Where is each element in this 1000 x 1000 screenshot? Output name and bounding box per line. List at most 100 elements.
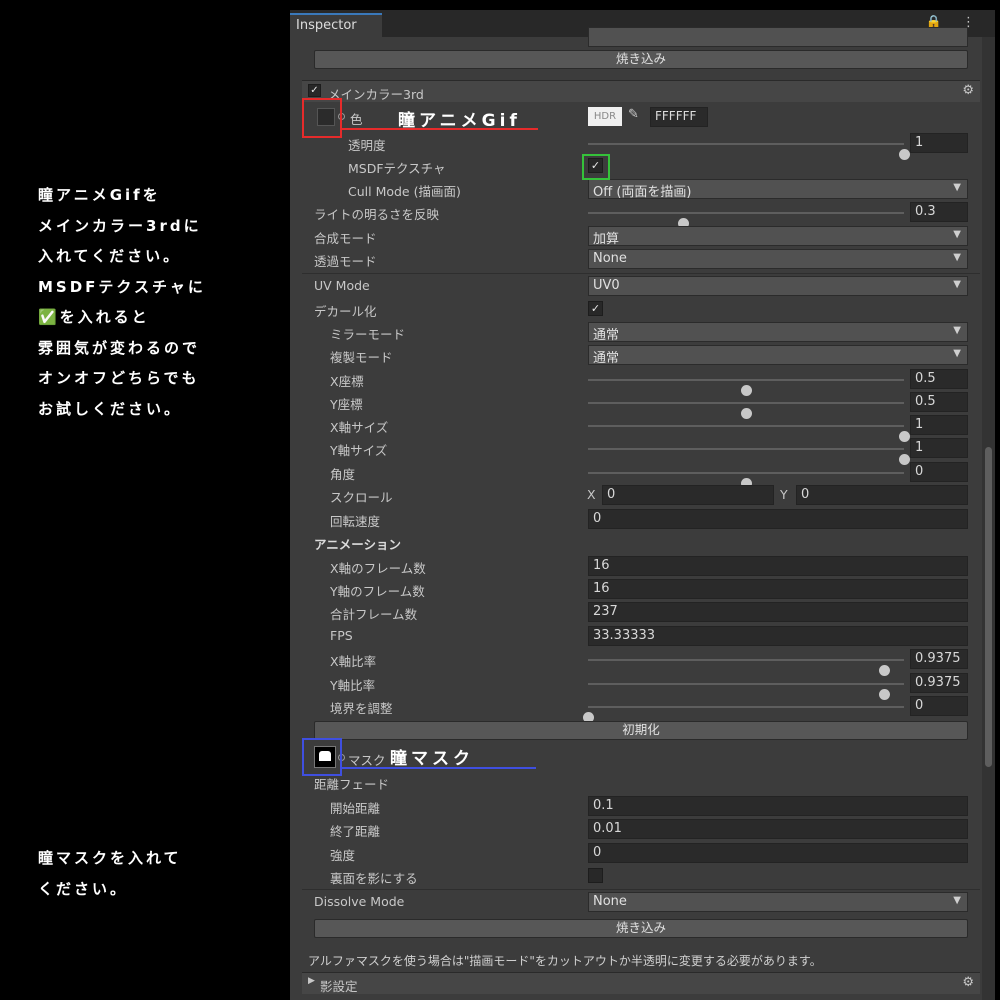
highlight-box-msdf [582,154,610,180]
hex-color-field[interactable]: FFFFFF [650,107,708,127]
border-slider[interactable] [583,706,904,723]
reset-button[interactable]: 初期化 [314,721,968,740]
cull-row: Cull Mode (描画面) Off (両面を描画) ▼ [290,178,980,201]
uvmode-row: UV Mode UV0 ▼ [290,275,980,298]
expand-arrow-icon[interactable]: ▶ [308,976,315,986]
fade-strength-label: 強度 [330,848,356,863]
yratio-slider[interactable] [588,683,904,700]
callout-eye-anim-gif: 瞳アニメGif [398,111,521,131]
decal-row: デカール化 ✓ [290,298,980,321]
transparency-row: 透過モード None ▼ [290,248,980,271]
light-field[interactable]: 0.3 [910,202,968,222]
backface-label: 裏面を影にする [330,871,418,886]
chevron-down-icon: ▼ [953,325,961,336]
scrollbar-thumb[interactable] [985,447,992,767]
border-row: 境界を調整 0 [290,695,980,723]
uvmode-value: UV0 [593,278,620,293]
ypos-field[interactable]: 0.5 [910,392,968,412]
fade-strength-row: 強度 0 [290,842,980,865]
xratio-label: X軸比率 [330,654,377,669]
fade-start-field[interactable]: 0.1 [588,796,968,816]
rotspeed-field[interactable]: 0 [588,509,968,529]
angle-label: 角度 [330,467,356,482]
xsize-field[interactable]: 1 [910,415,968,435]
ysize-field[interactable]: 1 [910,438,968,458]
blend-value: 加算 [593,232,620,247]
dissolve-value: None [593,894,627,909]
angle-row: 角度 0 [290,461,980,489]
scroll-y-field[interactable]: 0 [796,485,968,505]
blend-dropdown[interactable]: 加算 ▼ [588,226,968,247]
scrollbar[interactable] [982,37,995,1000]
xframes-field[interactable]: 16 [588,556,968,576]
uvmode-dropdown[interactable]: UV0 ▼ [588,276,968,296]
dissolve-dropdown[interactable]: None ▼ [588,892,968,912]
mirror-value: 通常 [593,328,620,343]
border-field[interactable]: 0 [910,696,968,716]
scroll-x-field[interactable]: 0 [602,485,774,505]
xratio-field[interactable]: 0.9375 [910,649,968,669]
section-main-color-3rd[interactable]: ✓ メインカラー3rd ⚙ [302,80,980,102]
bake-row-bottom: 焼き込み [290,917,980,940]
eyedropper-icon[interactable]: ✎ [628,107,639,122]
xsize-label: X軸サイズ [330,420,389,435]
section-enable-checkbox[interactable]: ✓ [308,84,321,97]
bake-button-bottom[interactable]: 焼き込み [314,919,968,938]
ypos-slider[interactable] [588,402,904,419]
yratio-field[interactable]: 0.9375 [910,673,968,693]
transparency-dropdown[interactable]: None ▼ [588,249,968,269]
fade-end-field[interactable]: 0.01 [588,819,968,839]
copy-dropdown[interactable]: 通常 ▼ [588,345,968,366]
fps-label: FPS [330,628,353,643]
copy-row: 複製モード 通常 ▼ [290,344,980,367]
cull-dropdown[interactable]: Off (両面を描画) ▼ [588,179,968,200]
section-shadow[interactable]: ▶ 影設定 ⚙ [302,972,980,994]
callout-eye-mask: 瞳マスク [390,749,474,769]
light-row: ライトの明るさを反映 0.3 [290,201,980,229]
fps-row: FPS 33.33333 [290,625,980,648]
fps-field[interactable]: 33.33333 [588,626,968,646]
scroll-y-label: Y [780,487,788,502]
fade-strength-field[interactable]: 0 [588,843,968,863]
opacity-slider[interactable] [588,143,910,160]
xratio-slider[interactable] [588,659,904,676]
bake-button-top[interactable]: 焼き込み [314,50,968,69]
hidden-dropdown[interactable] [588,27,968,47]
inspector-panel: Inspector 🔒 ⋮ 焼き込み ✓ メインカラー3rd ⚙ 色 HDR ✎… [290,10,995,1000]
bake-row-top: 焼き込み [290,48,980,71]
ypos-label: Y座標 [330,397,363,412]
scroll-row: スクロール X 0 Y 0 [290,484,980,507]
copy-label: 複製モード [330,350,393,365]
gear-icon[interactable]: ⚙ [962,975,974,990]
yratio-label: Y軸比率 [330,678,376,693]
animation-header-row: アニメーション [290,531,980,554]
xsize-row: X軸サイズ 1 [290,414,980,442]
opacity-field[interactable]: 1 [910,133,968,153]
totalframes-field[interactable]: 237 [588,602,968,622]
chevron-down-icon: ▼ [953,279,961,290]
light-slider[interactable] [588,212,904,229]
chevron-down-icon: ▼ [953,182,961,193]
backface-row: 裏面を影にする [290,865,980,888]
rotspeed-row: 回転速度 0 [290,508,980,531]
fade-start-row: 開始距離 0.1 [290,795,980,818]
hdr-badge[interactable]: HDR [588,107,622,126]
yframes-label: Y軸のフレーム数 [330,584,425,599]
fade-end-label: 終了距離 [330,824,381,839]
xframes-label: X軸のフレーム数 [330,561,426,576]
xpos-field[interactable]: 0.5 [910,369,968,389]
ysize-slider[interactable] [588,448,910,465]
chevron-down-icon: ▼ [953,252,961,263]
transparency-label: 透過モード [314,254,377,269]
yframes-field[interactable]: 16 [588,579,968,599]
xpos-slider[interactable] [588,379,904,396]
angle-field[interactable]: 0 [910,462,968,482]
mirror-dropdown[interactable]: 通常 ▼ [588,322,968,343]
section-title: メインカラー3rd [328,87,424,102]
backface-checkbox[interactable] [588,868,603,883]
highlight-box-color-slot [302,98,342,138]
angle-slider[interactable] [588,472,904,489]
xsize-slider[interactable] [588,425,910,442]
decal-checkbox[interactable]: ✓ [588,301,603,316]
gear-icon[interactable]: ⚙ [962,83,974,98]
